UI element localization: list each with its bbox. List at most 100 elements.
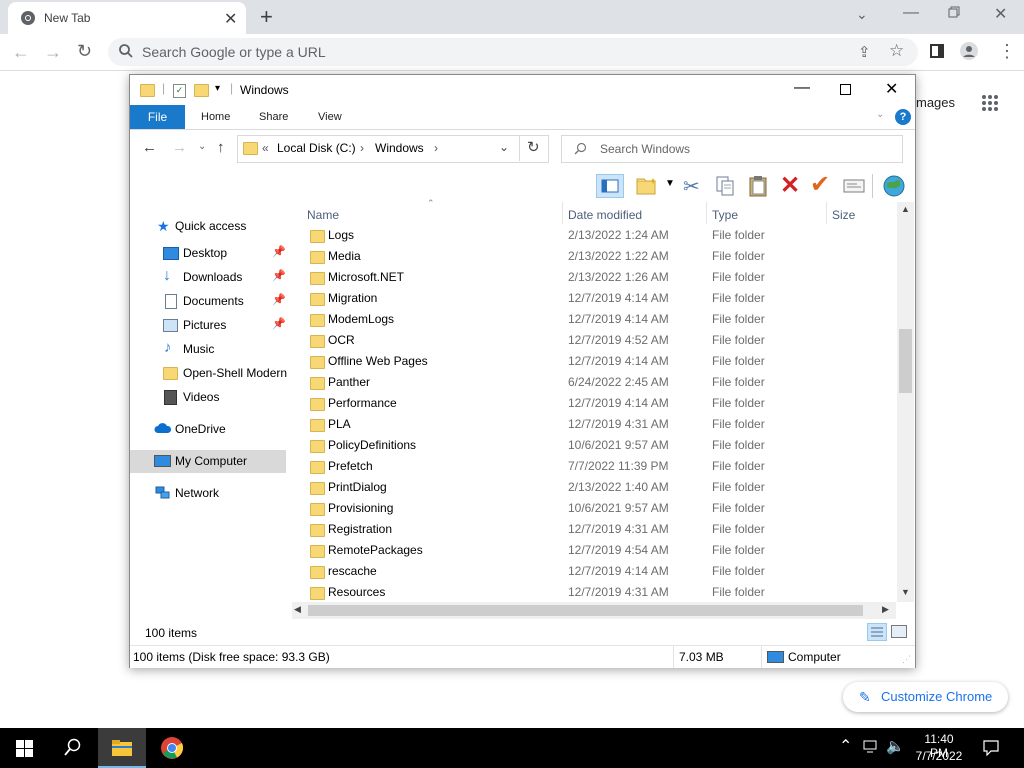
share-icon[interactable]: ⇪ bbox=[858, 43, 871, 61]
tab-new-tab[interactable]: New Tab ✕ bbox=[8, 2, 246, 34]
large-icons-view-button[interactable] bbox=[891, 625, 907, 638]
pin-icon[interactable]: 📌 bbox=[272, 317, 286, 330]
nav-item-downloads[interactable]: ↓ Downloads 📌 bbox=[130, 266, 290, 288]
table-row[interactable]: Migration 12/7/2019 4:14 AM File folder bbox=[300, 288, 896, 309]
email-icon[interactable] bbox=[843, 178, 865, 194]
properties-check-icon[interactable]: ✔ bbox=[810, 170, 830, 199]
column-divider[interactable] bbox=[706, 202, 707, 224]
side-panel-icon[interactable] bbox=[930, 44, 944, 58]
taskbar-file-explorer[interactable] bbox=[98, 728, 146, 768]
help-icon[interactable]: ? bbox=[895, 109, 911, 125]
network-tray-icon[interactable] bbox=[863, 740, 879, 754]
table-row[interactable]: Performance 12/7/2019 4:14 AM File folder bbox=[300, 393, 896, 414]
table-row[interactable]: Provisioning 10/6/2021 9:57 AM File folder bbox=[300, 498, 896, 519]
new-folder-toolbar-icon[interactable] bbox=[635, 176, 659, 196]
globe-icon[interactable] bbox=[882, 174, 906, 198]
profile-avatar-icon[interactable] bbox=[960, 42, 978, 60]
nav-item-onedrive[interactable]: OneDrive bbox=[130, 418, 290, 440]
search-windows-field[interactable]: Search Windows bbox=[561, 135, 903, 163]
scroll-up-icon[interactable]: ▲ bbox=[901, 204, 910, 214]
recent-locations-icon[interactable]: ⌄ bbox=[198, 141, 206, 152]
properties-icon[interactable]: ✓ bbox=[173, 84, 186, 98]
tray-chevron-icon[interactable]: ⌃ bbox=[839, 736, 852, 756]
tab-file[interactable]: File bbox=[130, 105, 185, 129]
new-folder-icon[interactable] bbox=[194, 84, 209, 97]
address-segment-current[interactable]: Windows bbox=[375, 141, 424, 155]
windows-start-icon[interactable] bbox=[16, 740, 33, 757]
table-row[interactable]: Offline Web Pages 12/7/2019 4:14 AM File f… bbox=[300, 351, 896, 372]
address-overflow-icon[interactable]: « bbox=[262, 141, 269, 155]
table-row[interactable]: Media 2/13/2022 1:22 AM File folder bbox=[300, 246, 896, 267]
tab-share[interactable]: Share bbox=[259, 111, 288, 123]
taskbar-search-icon[interactable] bbox=[64, 738, 82, 756]
table-row[interactable]: rescache 12/7/2019 4:14 AM File folder bbox=[300, 561, 896, 582]
resize-grip-icon[interactable]: ⋰ bbox=[902, 654, 911, 665]
address-bar[interactable]: « Local Disk (C:) › Windows › ⌄ bbox=[237, 135, 549, 163]
tab-home[interactable]: Home bbox=[201, 111, 230, 123]
table-row[interactable]: Panther 6/24/2022 2:45 AM File folder bbox=[300, 372, 896, 393]
explorer-minimize-button[interactable]: — bbox=[794, 79, 810, 97]
forward-icon[interactable]: → bbox=[44, 42, 62, 63]
close-window-button[interactable]: ✕ bbox=[994, 4, 1007, 24]
back-icon[interactable]: ← bbox=[12, 42, 30, 63]
chrome-menu-icon[interactable]: ⋮ bbox=[998, 41, 1016, 62]
nav-item-desktop[interactable]: Desktop 📌 bbox=[130, 242, 290, 264]
reload-icon[interactable]: ↻ bbox=[77, 41, 92, 62]
column-header-name[interactable]: Name bbox=[307, 208, 339, 222]
scroll-right-icon[interactable]: ▶ bbox=[882, 604, 889, 615]
address-segment-root[interactable]: Local Disk (C:) bbox=[277, 141, 356, 155]
table-row[interactable]: Logs 2/13/2022 1:24 AM File folder bbox=[300, 225, 896, 246]
table-row[interactable]: Prefetch 7/7/2022 11:39 PM File folder bbox=[300, 456, 896, 477]
tab-view[interactable]: View bbox=[318, 111, 342, 123]
table-row[interactable]: RemotePackages 12/7/2019 4:54 AM File fold… bbox=[300, 540, 896, 561]
copy-icon[interactable] bbox=[714, 175, 736, 197]
nav-up-icon[interactable]: ↑ bbox=[217, 139, 225, 156]
table-row[interactable]: Registration 12/7/2019 4:31 AM File folder bbox=[300, 519, 896, 540]
vertical-scroll-thumb[interactable] bbox=[899, 329, 912, 393]
nav-forward-icon[interactable]: → bbox=[172, 139, 187, 156]
cut-icon[interactable]: ✂ bbox=[683, 174, 700, 199]
pin-icon[interactable]: 📌 bbox=[272, 293, 286, 306]
nav-item-pictures[interactable]: Pictures 📌 bbox=[130, 314, 290, 336]
table-row[interactable]: PrintDialog 2/13/2022 1:40 AM File folder bbox=[300, 477, 896, 498]
images-link[interactable]: mages bbox=[916, 95, 955, 110]
column-header-type[interactable]: Type bbox=[712, 208, 738, 222]
table-row[interactable]: OCR 12/7/2019 4:52 AM File folder bbox=[300, 330, 896, 351]
scroll-left-icon[interactable]: ◀ bbox=[294, 604, 301, 615]
apps-grid-icon[interactable] bbox=[981, 94, 999, 112]
column-divider[interactable] bbox=[562, 202, 563, 224]
minimize-button[interactable]: — bbox=[903, 4, 919, 22]
ribbon-expand-icon[interactable]: ⌄ bbox=[876, 109, 884, 120]
delete-icon[interactable]: ✕ bbox=[780, 171, 800, 200]
nav-item-network[interactable]: Network bbox=[130, 482, 290, 504]
clock-date[interactable]: 7/7/2022 bbox=[914, 749, 964, 763]
table-row[interactable]: Resources 12/7/2019 4:31 AM File folder bbox=[300, 582, 896, 603]
details-view-button[interactable] bbox=[867, 623, 887, 641]
volume-icon[interactable]: 🔈 bbox=[886, 737, 905, 755]
nav-back-icon[interactable]: ← bbox=[142, 139, 157, 156]
explorer-close-button[interactable]: ✕ bbox=[885, 79, 898, 99]
taskbar-chrome[interactable] bbox=[148, 728, 196, 768]
nav-item-my-computer[interactable]: My Computer bbox=[130, 450, 286, 473]
views-dropdown-icon[interactable]: ▼ bbox=[665, 178, 675, 189]
address-dropdown-icon[interactable]: ⌄ bbox=[499, 140, 509, 154]
horizontal-scroll-thumb[interactable] bbox=[308, 605, 863, 616]
table-row[interactable]: PLA 12/7/2019 4:31 AM File folder bbox=[300, 414, 896, 435]
table-row[interactable]: ModemLogs 12/7/2019 4:14 AM File folder bbox=[300, 309, 896, 330]
tab-search-icon[interactable]: ⌄ bbox=[856, 6, 868, 23]
tab-close-icon[interactable]: ✕ bbox=[224, 9, 237, 29]
column-header-size[interactable]: Size bbox=[832, 208, 855, 222]
table-row[interactable]: Microsoft.NET 2/13/2022 1:26 AM File folde… bbox=[300, 267, 896, 288]
nav-item-music[interactable]: ♪ Music bbox=[130, 338, 290, 360]
nav-item-open-shell[interactable]: Open-Shell Modern bbox=[130, 362, 290, 384]
nav-item-videos[interactable]: Videos bbox=[130, 386, 290, 408]
restore-button[interactable] bbox=[948, 6, 960, 18]
bookmark-star-icon[interactable]: ☆ bbox=[889, 41, 904, 61]
qat-dropdown-icon[interactable]: ▾ bbox=[215, 83, 220, 94]
pin-icon[interactable]: 📌 bbox=[272, 269, 286, 282]
table-row[interactable]: PolicyDefinitions 10/6/2021 9:57 AM File f… bbox=[300, 435, 896, 456]
pin-icon[interactable]: 📌 bbox=[272, 245, 286, 258]
column-divider[interactable] bbox=[826, 202, 827, 224]
refresh-button[interactable]: ↻ bbox=[519, 135, 548, 161]
explorer-maximize-button[interactable] bbox=[840, 84, 851, 95]
